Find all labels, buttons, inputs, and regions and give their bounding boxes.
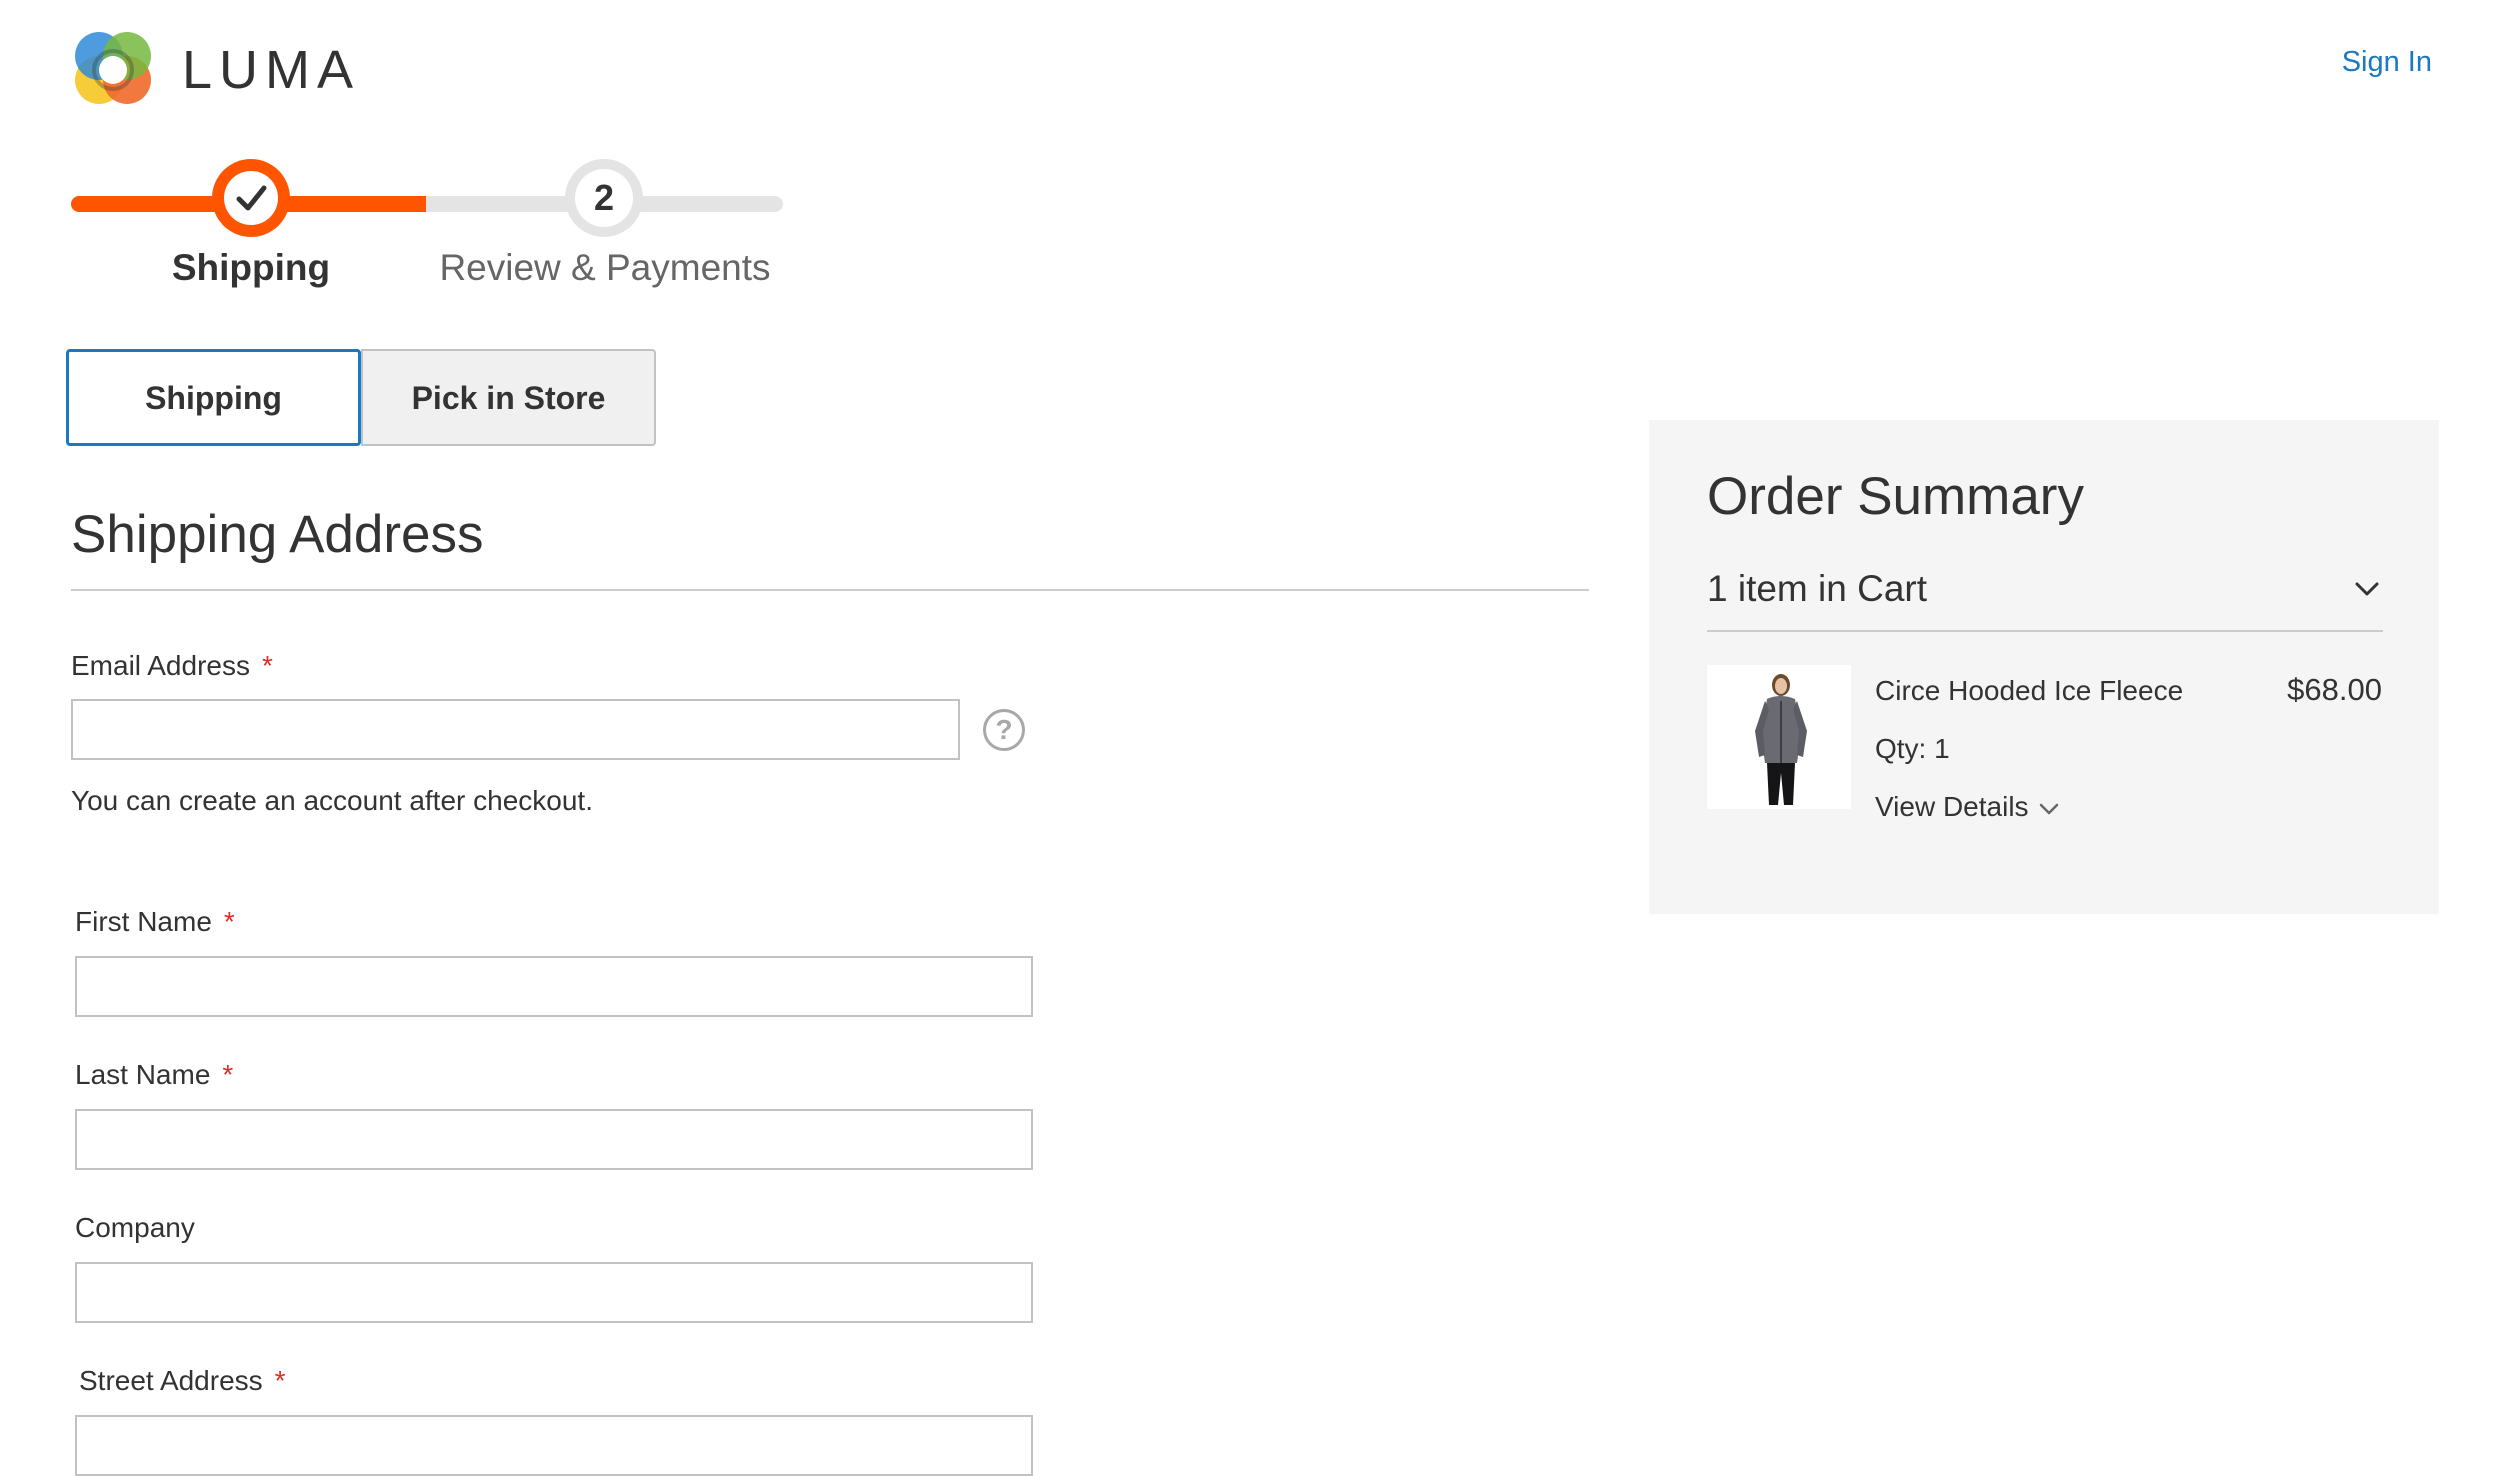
street-address-field[interactable] xyxy=(75,1415,1033,1476)
logo-wordmark[interactable]: LUMA xyxy=(182,38,360,102)
email-label-text: Email Address xyxy=(71,650,250,681)
order-summary-title: Order Summary xyxy=(1707,467,2084,526)
email-label: Email Address * xyxy=(71,648,273,684)
first-name-field[interactable] xyxy=(75,956,1033,1017)
required-marker: * xyxy=(222,1059,234,1090)
chevron-down-icon[interactable] xyxy=(2036,796,2062,822)
product-name[interactable]: Circe Hooded Ice Fleece xyxy=(1875,673,2183,709)
help-icon[interactable]: ? xyxy=(983,709,1025,751)
street-address-label: Street Address * xyxy=(79,1363,286,1399)
step-review-number: 2 xyxy=(575,169,633,227)
product-price: $68.00 xyxy=(2287,672,2382,707)
last-name-field[interactable] xyxy=(75,1109,1033,1170)
required-marker: * xyxy=(261,650,273,681)
step-review-label: Review & Payments xyxy=(439,247,771,288)
luma-logo-icon[interactable] xyxy=(71,28,155,112)
shipping-address-title: Shipping Address xyxy=(71,505,484,564)
cart-items-toggle[interactable]: 1 item in Cart xyxy=(1707,567,1927,611)
section-divider xyxy=(71,589,1589,591)
chevron-down-icon[interactable] xyxy=(2352,574,2382,604)
first-name-label: First Name * xyxy=(75,904,235,940)
company-field[interactable] xyxy=(75,1262,1033,1323)
tab-shipping[interactable]: Shipping xyxy=(66,349,361,446)
required-marker: * xyxy=(223,906,235,937)
sign-in-link[interactable]: Sign In xyxy=(2290,44,2432,80)
cart-divider xyxy=(1707,630,2383,632)
tab-pick-in-store[interactable]: Pick in Store xyxy=(361,349,656,446)
view-details-toggle[interactable]: View Details xyxy=(1875,789,2029,825)
product-thumbnail xyxy=(1707,665,1851,809)
checkmark-icon xyxy=(236,185,267,211)
last-name-label-text: Last Name xyxy=(75,1059,211,1090)
email-field[interactable] xyxy=(71,699,960,760)
last-name-label: Last Name * xyxy=(75,1057,233,1093)
step-shipping-label: Shipping xyxy=(171,247,331,288)
company-label-text: Company xyxy=(75,1212,195,1243)
required-marker: * xyxy=(274,1365,286,1396)
street-address-label-text: Street Address xyxy=(79,1365,263,1396)
first-name-label-text: First Name xyxy=(75,906,212,937)
email-note: You can create an account after checkout… xyxy=(71,785,593,816)
product-qty: Qty: 1 xyxy=(1875,733,1950,764)
company-label: Company xyxy=(75,1210,195,1246)
